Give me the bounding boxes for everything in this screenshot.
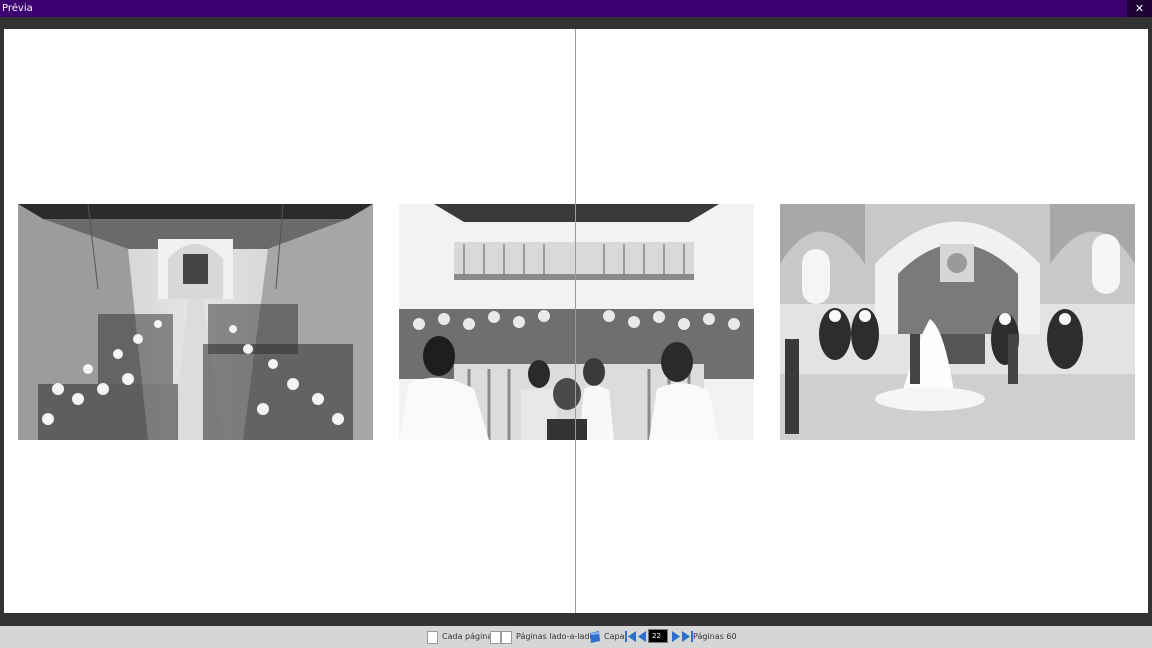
photo-ceremony-couple (399, 204, 754, 440)
previous-page-icon[interactable] (636, 631, 647, 642)
photo-church-aerial (18, 204, 373, 440)
cover-button[interactable]: Capa (589, 630, 624, 644)
preview-toolbar: Cada página Páginas lado-a-lado Capa 22 (0, 626, 1152, 648)
last-page-icon[interactable] (682, 631, 693, 642)
pages-prefix: Páginas (693, 632, 724, 641)
cover-icon (590, 631, 600, 643)
side-by-side-pages-icon (490, 630, 501, 644)
cover-label: Capa (604, 632, 625, 641)
total-pages-value: 60 (726, 632, 737, 641)
total-pages-label: Páginas 60 (693, 630, 737, 644)
single-page-label: Cada página (442, 632, 493, 641)
single-page-icon (427, 630, 438, 644)
single-page-toggle[interactable]: Cada página (427, 630, 492, 644)
title-bar: Prévia ✕ (0, 0, 1152, 17)
album-spread (4, 29, 1148, 613)
spread-fold-line (575, 29, 576, 613)
close-button[interactable]: ✕ (1127, 0, 1152, 17)
close-icon: ✕ (1134, 2, 1145, 15)
first-page-icon[interactable] (625, 631, 636, 642)
photo-altar-seated (780, 204, 1135, 440)
next-page-icon[interactable] (671, 631, 682, 642)
side-by-side-pages-icon-right (501, 630, 512, 644)
window-title: Prévia (2, 3, 33, 14)
preview-window: Prévia ✕ Cada página Páginas lado-a-lado… (0, 0, 1152, 648)
side-by-side-toggle[interactable]: Páginas lado-a-lado (490, 630, 594, 644)
side-by-side-label: Páginas lado-a-lado (516, 632, 595, 641)
current-page-input[interactable]: 22 (648, 629, 668, 643)
